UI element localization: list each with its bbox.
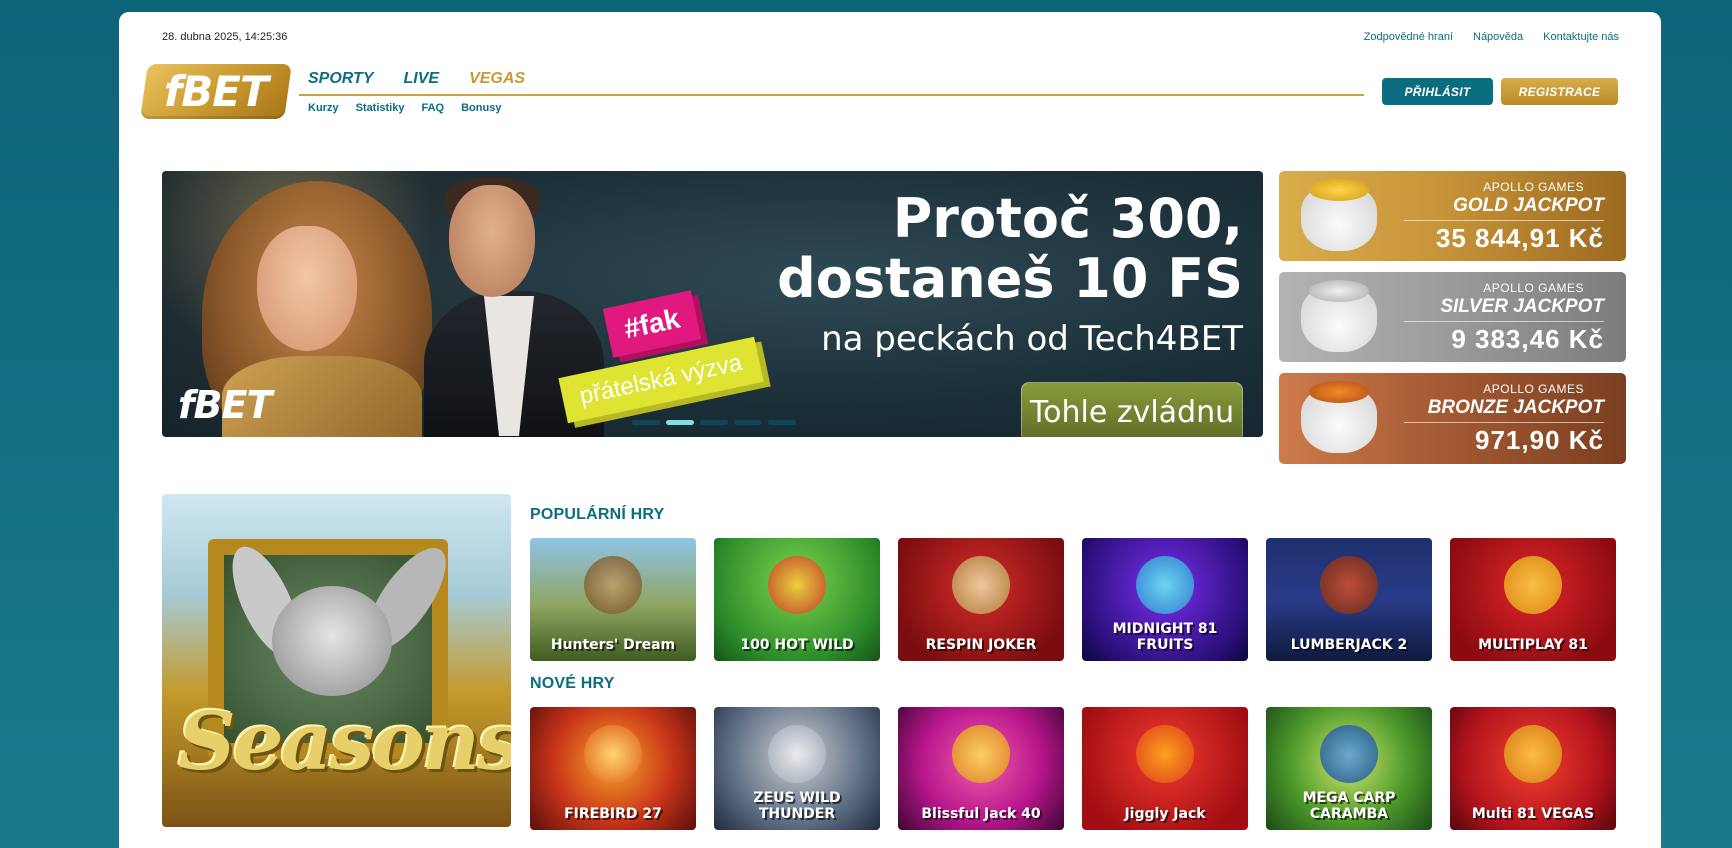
login-button[interactable]: PŘIHLÁSIT (1382, 78, 1493, 105)
register-button[interactable]: REGISTRACE (1501, 78, 1618, 105)
bronze-coins-icon (1309, 381, 1369, 403)
game-art-icon (1320, 725, 1378, 783)
banner-woman-face (257, 226, 357, 351)
banner-cta-button[interactable]: Tohle zvládnu (1021, 382, 1243, 437)
main-nav: SPORTY LIVE VEGAS (308, 70, 525, 88)
jackpot-name: SILVER JACKPOT (1440, 296, 1604, 317)
popular-games-title: POPULÁRNÍ HRY (530, 506, 665, 523)
game-tile[interactable]: Hunters' Dream (530, 538, 696, 661)
jackpot-brand: APOLLO GAMES (1483, 281, 1584, 295)
promo-title: Seasons (178, 694, 511, 788)
game-title: 100 HOT WILD (740, 637, 854, 653)
nav-vegas[interactable]: VEGAS (469, 70, 525, 88)
jackpot-value: 9 383,46 Kč (1451, 324, 1604, 354)
bunny-head (272, 586, 392, 696)
banner-logo: fBET (178, 383, 272, 427)
promo-game-tile[interactable]: Seasons (162, 494, 511, 827)
game-art-icon (1504, 556, 1562, 614)
game-art-icon (768, 556, 826, 614)
carousel-dot[interactable] (768, 420, 796, 425)
page-container: 28. dubna 2025, 14:25:36 Zodpovědné hran… (119, 12, 1661, 848)
game-tile[interactable]: MIDNIGHT 81 FRUITS (1082, 538, 1248, 661)
new-games-title: NOVÉ HRY (530, 675, 615, 692)
game-title: ZEUS WILD THUNDER (753, 790, 841, 822)
game-art-icon (768, 725, 826, 783)
game-art-icon (952, 725, 1010, 783)
banner-headline: Protoč 300, dostaneš 10 FS na peckách od… (777, 189, 1243, 363)
headline-line-2: dostaneš 10 FS (777, 247, 1243, 310)
game-art-icon (1320, 556, 1378, 614)
game-tile[interactable]: Blissful Jack 40 (898, 707, 1064, 830)
game-tile[interactable]: LUMBERJACK 2 (1266, 538, 1432, 661)
jackpot-brand: APOLLO GAMES (1483, 180, 1584, 194)
jackpot-name: BRONZE JACKPOT (1427, 397, 1604, 418)
subnav-faq[interactable]: FAQ (421, 102, 444, 114)
jackpot-bronze[interactable]: APOLLO GAMES BRONZE JACKPOT 971,90 Kč (1279, 373, 1626, 464)
subnav-statistiky[interactable]: Statistiky (356, 102, 405, 114)
game-art-icon (1136, 556, 1194, 614)
game-tile[interactable]: 100 HOT WILD (714, 538, 880, 661)
game-art-icon (584, 556, 642, 614)
carousel-dot[interactable] (666, 420, 694, 425)
jackpot-silver[interactable]: APOLLO GAMES SILVER JACKPOT 9 383,46 Kč (1279, 272, 1626, 362)
game-art-icon (584, 725, 642, 783)
game-tile[interactable]: FIREBIRD 27 (530, 707, 696, 830)
game-art-icon (1504, 725, 1562, 783)
jackpot-gold[interactable]: APOLLO GAMES GOLD JACKPOT 35 844,91 Kč (1279, 171, 1626, 261)
nav-sporty[interactable]: SPORTY (308, 70, 374, 88)
jackpot-value: 35 844,91 Kč (1435, 223, 1604, 253)
headline-line-3: na peckách od Tech4BET (821, 319, 1243, 359)
game-title: LUMBERJACK 2 (1290, 637, 1408, 653)
banner-tag-fak: #fak (602, 290, 702, 358)
top-links: Zodpovědné hraní Nápověda Kontaktujte ná… (1364, 31, 1619, 43)
game-title: RESPIN JOKER (925, 637, 1037, 653)
subnav-bonusy[interactable]: Bonusy (461, 102, 501, 114)
gold-coins-icon (1309, 179, 1369, 201)
game-title: Jiggly Jack (1124, 806, 1206, 822)
datetime: 28. dubna 2025, 14:25:36 (162, 31, 288, 43)
jackpot-value: 971,90 Kč (1475, 425, 1604, 455)
game-title: Hunters' Dream (550, 637, 676, 653)
carousel-dots (632, 420, 796, 425)
headline-line-1: Protoč 300, (892, 187, 1243, 250)
game-title: FIREBIRD 27 (564, 806, 662, 822)
game-tile[interactable]: RESPIN JOKER (898, 538, 1064, 661)
game-tile[interactable]: MEGA CARP CARAMBA (1266, 707, 1432, 830)
carousel-dot[interactable] (632, 420, 660, 425)
logo-text: fBET (164, 67, 268, 116)
game-tile[interactable]: ZEUS WILD THUNDER (714, 707, 880, 830)
site-logo[interactable]: fBET (140, 64, 292, 119)
game-tile[interactable]: Jiggly Jack (1082, 707, 1248, 830)
jackpot-divider (1404, 321, 1604, 322)
nav-divider (299, 94, 1364, 96)
game-title: MULTIPLAY 81 (1478, 637, 1588, 653)
carousel-dot[interactable] (700, 420, 728, 425)
jackpot-name: GOLD JACKPOT (1453, 195, 1604, 216)
game-art-icon (952, 556, 1010, 614)
new-games-row: FIREBIRD 27 ZEUS WILD THUNDER Blissful J… (530, 707, 1626, 830)
game-title: MIDNIGHT 81 FRUITS (1112, 621, 1218, 653)
link-contact[interactable]: Kontaktujte nás (1543, 31, 1619, 43)
game-tile[interactable]: MULTIPLAY 81 (1450, 538, 1616, 661)
game-title: MEGA CARP CARAMBA (1302, 790, 1396, 822)
jackpot-brand: APOLLO GAMES (1483, 382, 1584, 396)
nav-live[interactable]: LIVE (404, 70, 440, 88)
game-art-icon (1136, 725, 1194, 783)
jackpot-divider (1404, 422, 1604, 423)
game-title: Blissful Jack 40 (921, 806, 1041, 822)
carousel-dot[interactable] (734, 420, 762, 425)
game-title: Multi 81 VEGAS (1471, 806, 1595, 822)
hero-banner[interactable]: fBET #fak přátelská výzva Protoč 300, do… (162, 171, 1263, 437)
link-responsible-gaming[interactable]: Zodpovědné hraní (1364, 31, 1453, 43)
silver-coins-icon (1309, 280, 1369, 302)
link-help[interactable]: Nápověda (1473, 31, 1523, 43)
subnav-kurzy[interactable]: Kurzy (308, 102, 339, 114)
banner-man-face (449, 185, 535, 297)
sub-nav: Kurzy Statistiky FAQ Bonusy (308, 102, 501, 114)
popular-games-row: Hunters' Dream 100 HOT WILD RESPIN JOKER… (530, 538, 1626, 661)
jackpot-divider (1404, 220, 1604, 221)
game-tile[interactable]: Multi 81 VEGAS (1450, 707, 1616, 830)
